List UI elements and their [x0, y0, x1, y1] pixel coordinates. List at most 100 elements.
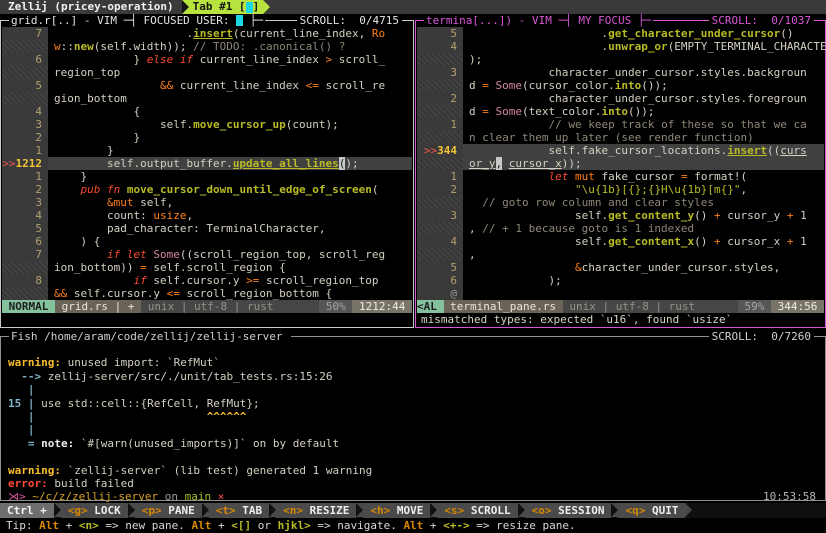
pane-title-end: ├─ — [243, 14, 263, 27]
keybinding-bar: Ctrl + <g> LOCK <p> PANE <t> TAB <n> RESIZE <… — [0, 503, 826, 518]
keybar-scroll[interactable]: <s> SCROLL — [437, 503, 517, 518]
code-line: 6 ) { — [2, 235, 412, 248]
tab-label: Tab #1 [ — [193, 0, 246, 14]
keybar-tab[interactable]: <t> TAB — [209, 503, 269, 518]
prompt-timestamp: 10:53:58 — [763, 490, 816, 503]
ctrl-prefix: Ctrl + — [0, 503, 54, 518]
vim-statusline: <AL terminal_pane.rs unix | utf-8 | rust… — [417, 300, 824, 313]
line-number — [2, 40, 48, 53]
terminal-line: ⋊> ~/c/z/zellij-server on main × — [8, 490, 818, 503]
scroll-indicator: SCROLL: 0/4715 — [297, 14, 402, 27]
terminal-line: | ^^^^^^ — [8, 410, 818, 423]
tab-label-end: ] — [253, 0, 260, 14]
vim-statusline: NORMAL grid.rs | + unix | utf-8 | rust 5… — [2, 300, 412, 313]
code-line: gion_bottom — [2, 92, 412, 105]
code-line: d = Some(cursor_color.into()); — [417, 79, 824, 92]
line-number: 4 — [417, 40, 463, 53]
code-line: 2 character_under_cursor.styles.foregrou… — [417, 92, 824, 105]
line-number — [417, 79, 463, 92]
line-number: 7 — [2, 248, 48, 261]
statusline-segment: grid.rs | + — [55, 300, 141, 313]
terminal-line: | — [8, 383, 818, 396]
pane-title-left: grid.r[..] - VIM ─┤ FOCUSED USER: ├─ — [9, 14, 265, 27]
line-number — [417, 105, 463, 118]
line-number: 3 — [2, 196, 48, 209]
pane-grid-rs[interactable]: grid.r[..] - VIM ─┤ FOCUSED USER: ├─ SCR… — [0, 14, 414, 330]
code-line: 2 } — [2, 131, 412, 144]
code-line: 6 } else if current_line_index > scroll_ — [2, 53, 412, 66]
code-line: 7 .insert(current_line_index, Ro — [2, 27, 412, 40]
keybar-quit[interactable]: <q> QUIT — [618, 503, 685, 518]
powerline-separator-icon — [54, 503, 61, 517]
statusline-segment: 344:56 — [771, 300, 824, 313]
keybar-session[interactable]: <o> SESSION — [525, 503, 612, 518]
line-number: 1 — [2, 144, 48, 157]
code-line: && self.cursor.y <= scroll_region_bottom… — [2, 287, 412, 300]
tip-bar: Tip: Alt + <n> => new pane. Alt + <[] or… — [0, 518, 826, 533]
code-area[interactable]: 5 .get_character_under_cursor()4 .unwrap… — [417, 27, 824, 300]
tab-1[interactable]: Tab #1 [] — [189, 0, 264, 14]
line-number: 4 — [417, 235, 463, 248]
scroll-indicator: SCROLL: 0/1037 — [709, 14, 814, 27]
line-number — [417, 157, 463, 170]
code-line: 2 pub fn move_cursor_down_until_edge_of_… — [2, 183, 412, 196]
powerline-separator-icon — [430, 503, 437, 517]
zellij-screen: Zellij (pricey-operation) Tab #1 [] grid… — [0, 0, 826, 533]
code-line: 4 { — [2, 105, 412, 118]
line-number — [2, 66, 48, 79]
line-number — [417, 196, 463, 209]
statusline-segment: unix | utf-8 | rust — [141, 300, 319, 313]
line-number: 5 — [417, 261, 463, 274]
line-number: @ — [417, 287, 463, 300]
terminal-line — [8, 343, 818, 356]
code-area[interactable]: 7 .insert(current_line_index, Row::new(s… — [2, 27, 412, 300]
code-line: 3 character_under_cursor.styles.backgrou… — [417, 66, 824, 79]
statusline-segment: 59% — [738, 300, 771, 313]
line-number — [2, 261, 48, 274]
pane-title-text: grid.r[..] - VIM ─┤ FOCUSED USER: — [11, 14, 236, 27]
line-number — [417, 131, 463, 144]
line-number: 3 — [2, 118, 48, 131]
line-number: 2 — [417, 183, 463, 196]
line-number: 5 — [2, 222, 48, 235]
code-line: 1 let mut fake_cursor = format!( — [417, 170, 824, 183]
terminal-line: error: build failed — [8, 477, 818, 490]
line-number: >>1212 — [2, 157, 48, 170]
line-number: 2 — [2, 131, 48, 144]
pane-fish-shell[interactable]: Fish /home/aram/code/zellij/zellij-serve… — [0, 330, 826, 503]
line-number — [417, 248, 463, 261]
powerline-separator-icon — [202, 503, 209, 517]
statusline-segment: terminal_pane.rs — [444, 300, 563, 313]
powerline-separator-icon — [685, 503, 692, 517]
code-line: 7 if let Some((scroll_region_top, scroll… — [2, 248, 412, 261]
line-number: 2 — [2, 183, 48, 196]
line-number — [417, 222, 463, 235]
terminal-line — [8, 450, 818, 463]
powerline-separator-icon — [356, 503, 363, 517]
code-line: >>1212 self.output_buffer.update_all_lin… — [2, 157, 412, 170]
terminal-output: warning: unused import: `RefMut` --> zel… — [8, 343, 818, 504]
powerline-separator-icon — [182, 0, 189, 14]
powerline-separator-icon — [611, 503, 618, 517]
tab-cursor-block — [246, 2, 253, 13]
code-line: >>344 self.fake_cursor_locations.insert(… — [417, 144, 824, 157]
keybar-resize[interactable]: <n> RESIZE — [276, 503, 356, 518]
statusline-segment: NORMAL — [2, 300, 55, 313]
scroll-indicator: SCROLL: 0/7260 — [709, 330, 814, 343]
code-line: , — [417, 248, 824, 261]
keybar-move[interactable]: <h> MOVE — [363, 503, 430, 518]
powerline-separator-icon — [269, 503, 276, 517]
line-number: 8 — [2, 274, 48, 287]
line-number: >>344 — [417, 144, 463, 157]
keybar-pane[interactable]: <p> PANE — [135, 503, 202, 518]
session-name: Zellij (pricey-operation) — [0, 0, 182, 14]
keybar-lock[interactable]: <g> LOCK — [61, 503, 128, 518]
code-line: ion_bottom)) = self.scroll_region { — [2, 261, 412, 274]
code-line: w::new(self.width)); // TODO: .canonical… — [2, 40, 412, 53]
diagnostic-message: mismatched types: expected `u16`, found … — [421, 313, 732, 326]
pane-title-left: Fish /home/aram/code/zellij/zellij-serve… — [9, 330, 291, 343]
pane-terminal-pane-rs[interactable]: termina[...]) - VIM ─┤ MY FOCUS ├─ SCROL… — [415, 14, 826, 330]
code-line: 8 if self.cursor.y >= scroll_region_top — [2, 274, 412, 287]
terminal-line: 15 | use std::cell::{RefCell, RefMut}; — [8, 397, 818, 410]
code-line: 2 "\u{1b}[{};{}H\u{1b}[m{}", — [417, 183, 824, 196]
